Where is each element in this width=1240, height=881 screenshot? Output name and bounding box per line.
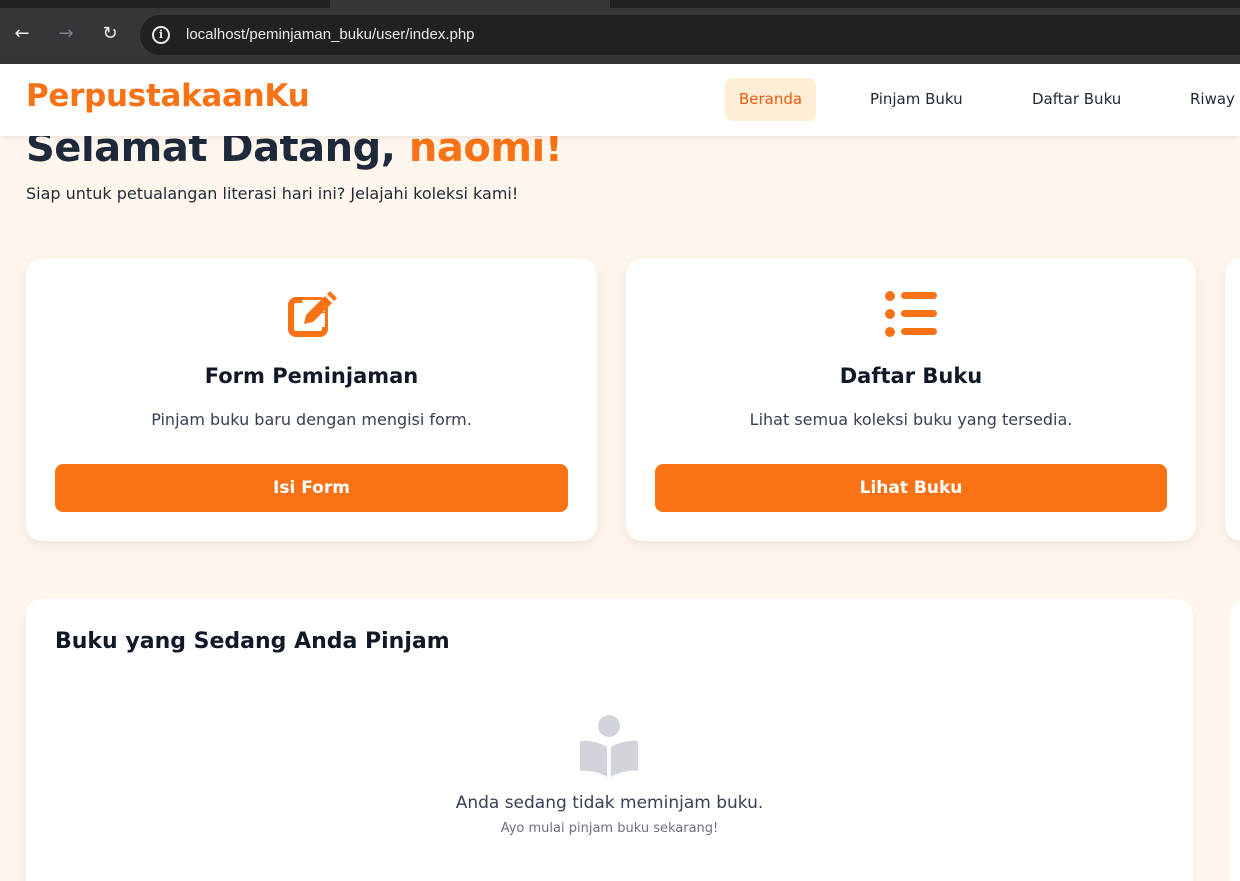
card-daftar-buku: Daftar Buku Lihat semua koleksi buku yan…: [626, 258, 1196, 541]
arrow-left-icon[interactable]: ←: [10, 22, 34, 46]
nav-link-daftar-buku[interactable]: Daftar Buku: [1018, 78, 1135, 121]
card-title: Form Peminjaman: [204, 364, 419, 388]
empty-state-subtext: Ayo mulai pinjam buku sekarang!: [500, 821, 719, 836]
card-description: Pinjam buku baru dengan mengisi form.: [151, 410, 472, 429]
browser-toolbar: ← → ↻ i localhost/peminjaman_buku/user/i…: [0, 0, 1240, 64]
card-title: Daftar Buku: [839, 364, 983, 388]
brand-logo[interactable]: PerpustakaanKu: [26, 78, 310, 114]
active-tab[interactable]: [330, 0, 610, 8]
welcome-subtitle: Siap untuk petualangan literasi hari ini…: [26, 184, 519, 203]
nav-link-pinjam-buku[interactable]: Pinjam Buku: [856, 78, 977, 121]
borrowed-books-panel: Buku yang Sedang Anda Pinjam Anda sedang…: [26, 599, 1193, 881]
empty-state-text: Anda sedang tidak meminjam buku.: [455, 793, 764, 813]
url-text[interactable]: localhost/peminjaman_buku/user/index.php: [186, 25, 475, 45]
reader-icon: [580, 715, 638, 777]
address-bar[interactable]: i localhost/peminjaman_buku/user/index.p…: [140, 15, 1240, 55]
card-partial: [1225, 258, 1240, 541]
side-panel-partial: [1230, 599, 1240, 881]
nav-link-riwayat[interactable]: Riway: [1176, 78, 1240, 121]
list-icon: [885, 291, 937, 337]
navbar: PerpustakaanKu Beranda Pinjam Buku Dafta…: [0, 64, 1240, 136]
card-description: Lihat semua koleksi buku yang tersedia.: [749, 410, 1073, 429]
isi-form-button[interactable]: Isi Form: [55, 464, 568, 512]
tab-strip: [0, 0, 1240, 8]
arrow-right-icon[interactable]: →: [54, 22, 78, 46]
edit-icon: [287, 291, 337, 337]
card-form-peminjaman: Form Peminjaman Pinjam buku baru dengan …: [26, 258, 597, 541]
lihat-buku-button[interactable]: Lihat Buku: [655, 464, 1167, 512]
panel-title: Buku yang Sedang Anda Pinjam: [55, 629, 450, 654]
info-icon[interactable]: i: [152, 26, 170, 44]
nav-link-beranda[interactable]: Beranda: [725, 78, 817, 121]
reload-icon[interactable]: ↻: [98, 22, 122, 46]
